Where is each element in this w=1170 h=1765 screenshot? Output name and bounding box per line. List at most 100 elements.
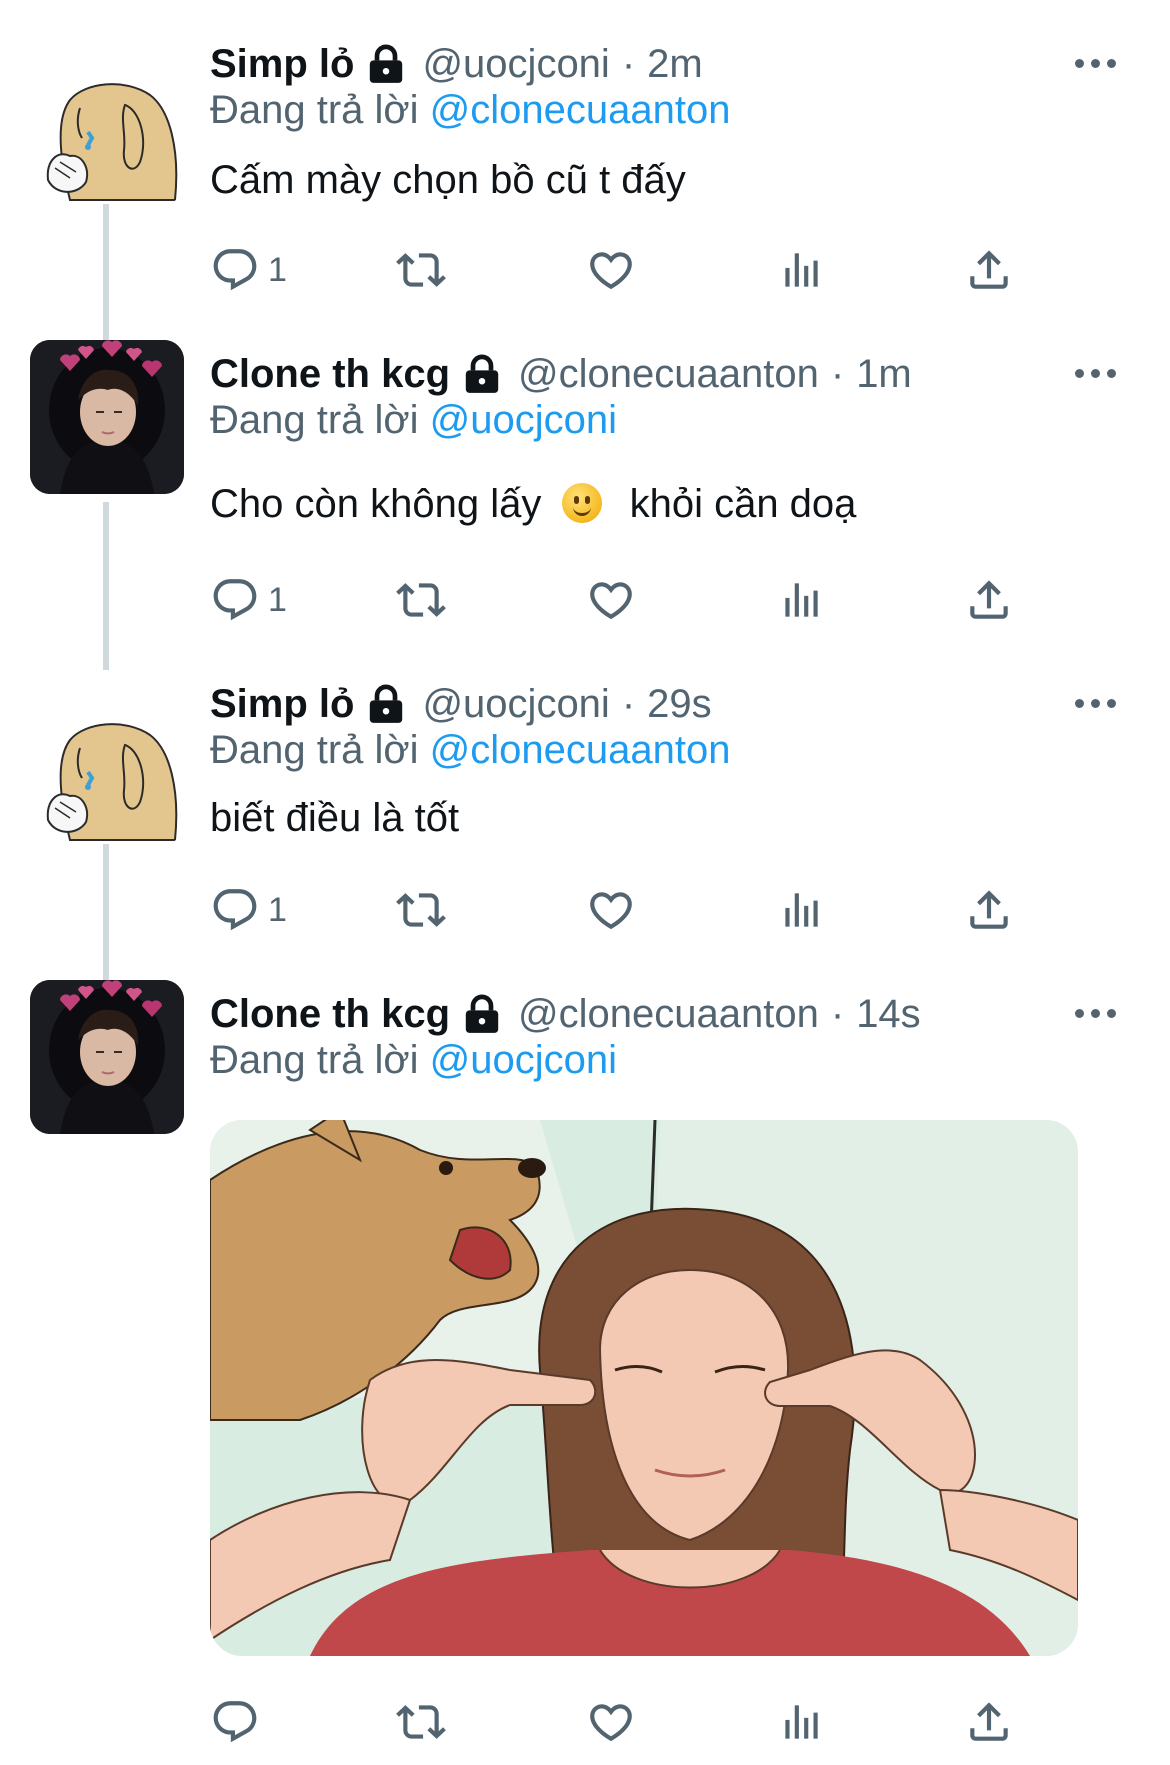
user-handle[interactable]: @uocjconi xyxy=(422,682,609,727)
replying-label: Đang trả lời xyxy=(210,88,419,132)
analytics-icon xyxy=(776,245,826,295)
share-button[interactable] xyxy=(964,242,1014,298)
tweet-header: Clone th kcg @clonecuaanton · 14s xyxy=(210,988,921,1040)
display-name[interactable]: Clone th kcg xyxy=(210,352,450,397)
user-handle[interactable]: @uocjconi xyxy=(422,42,609,87)
reply-button[interactable]: 1 xyxy=(210,572,287,628)
analytics-button[interactable] xyxy=(776,1694,826,1750)
display-name[interactable]: Clone th kcg xyxy=(210,992,450,1037)
tweet-media-image[interactable] xyxy=(210,1120,1078,1656)
analytics-button[interactable] xyxy=(776,882,826,938)
like-button[interactable] xyxy=(586,242,636,298)
tweet-text-part: khỏi cần doạ xyxy=(629,482,857,526)
like-icon xyxy=(586,575,636,625)
person-with-hearts-avatar-image xyxy=(30,980,184,1134)
separator: · xyxy=(830,991,845,1036)
share-button[interactable] xyxy=(964,1694,1014,1750)
thread-line xyxy=(103,192,109,340)
separator: · xyxy=(830,351,845,396)
lock-icon xyxy=(464,994,500,1034)
analytics-icon xyxy=(776,575,826,625)
reply-count: 1 xyxy=(268,890,287,929)
retweet-button[interactable] xyxy=(396,1694,446,1750)
replying-label: Đang trả lời xyxy=(210,728,419,772)
analytics-button[interactable] xyxy=(776,242,826,298)
crying-dog-avatar-image xyxy=(30,50,184,204)
retweet-icon xyxy=(396,245,446,295)
tweet-actions xyxy=(210,1694,1030,1750)
tweet-text-part: Cho còn không lấy xyxy=(210,482,542,526)
separator: · xyxy=(621,41,636,86)
timestamp[interactable]: 14s xyxy=(856,992,921,1037)
display-name[interactable]: Simp lỏ xyxy=(210,42,354,87)
replying-to: Đang trả lời @clonecuaanton xyxy=(210,728,731,773)
replying-label: Đang trả lời xyxy=(210,1038,419,1082)
tweet-text: Cho còn không lấy khỏi cần doạ xyxy=(210,482,856,527)
crying-dog-avatar-image xyxy=(30,690,184,844)
avatar[interactable] xyxy=(30,690,184,844)
reply-icon xyxy=(210,885,260,935)
more-icon[interactable] xyxy=(1075,366,1119,380)
user-handle[interactable]: @clonecuaanton xyxy=(518,352,819,397)
reply-icon xyxy=(210,1697,260,1747)
person-with-hearts-avatar-image xyxy=(30,340,184,494)
tweet-actions: 1 xyxy=(210,242,1030,298)
mention-link[interactable]: @uocjconi xyxy=(430,1038,617,1082)
analytics-icon xyxy=(776,1697,826,1747)
timestamp[interactable]: 2m xyxy=(647,42,703,87)
share-icon xyxy=(964,575,1014,625)
avatar[interactable] xyxy=(30,50,184,204)
reply-count: 1 xyxy=(268,250,287,289)
avatar[interactable] xyxy=(30,980,184,1134)
like-icon xyxy=(586,885,636,935)
barking-dog-woman-covering-ears-illustration xyxy=(210,1120,1078,1656)
tweet-text: biết điều là tốt xyxy=(210,796,460,840)
retweet-icon xyxy=(396,885,446,935)
separator: · xyxy=(621,681,636,726)
more-icon[interactable] xyxy=(1075,696,1119,710)
display-name[interactable]: Simp lỏ xyxy=(210,682,354,727)
tweet-actions: 1 xyxy=(210,882,1030,938)
more-icon[interactable] xyxy=(1075,56,1119,70)
like-icon xyxy=(586,245,636,295)
reply-button[interactable]: 1 xyxy=(210,882,287,938)
user-handle[interactable]: @clonecuaanton xyxy=(518,992,819,1037)
timestamp[interactable]: 1m xyxy=(856,352,912,397)
more-icon[interactable] xyxy=(1075,1006,1119,1020)
replying-to: Đang trả lời @clonecuaanton xyxy=(210,88,731,133)
tweet-header: Clone th kcg @clonecuaanton · 1m xyxy=(210,348,912,400)
tweet-header: Simp lỏ @uocjconi · 2m xyxy=(210,38,703,90)
share-button[interactable] xyxy=(964,882,1014,938)
mention-link[interactable]: @uocjconi xyxy=(430,398,617,442)
like-button[interactable] xyxy=(586,882,636,938)
slightly-smiling-face-icon xyxy=(562,483,603,523)
like-button[interactable] xyxy=(586,572,636,628)
retweet-icon xyxy=(396,1697,446,1747)
retweet-button[interactable] xyxy=(396,882,446,938)
share-icon xyxy=(964,885,1014,935)
reply-count: 1 xyxy=(268,580,287,619)
lock-icon xyxy=(368,44,404,84)
reply-button[interactable]: 1 xyxy=(210,242,287,298)
share-icon xyxy=(964,1697,1014,1747)
tweet-text: Cấm mày chọn bồ cũ t đấy xyxy=(210,158,686,202)
share-button[interactable] xyxy=(964,572,1014,628)
reply-button[interactable] xyxy=(210,1694,268,1750)
like-button[interactable] xyxy=(586,1694,636,1750)
timestamp[interactable]: 29s xyxy=(647,682,712,727)
retweet-button[interactable] xyxy=(396,242,446,298)
tweet-actions: 1 xyxy=(210,572,1030,628)
mention-link[interactable]: @clonecuaanton xyxy=(430,88,731,132)
avatar[interactable] xyxy=(30,340,184,494)
thread-line xyxy=(103,832,109,980)
lock-icon xyxy=(368,684,404,724)
reply-icon xyxy=(210,245,260,295)
like-icon xyxy=(586,1697,636,1747)
analytics-button[interactable] xyxy=(776,572,826,628)
share-icon xyxy=(964,245,1014,295)
retweet-icon xyxy=(396,575,446,625)
replying-to: Đang trả lời @uocjconi xyxy=(210,1038,617,1083)
analytics-icon xyxy=(776,885,826,935)
mention-link[interactable]: @clonecuaanton xyxy=(430,728,731,772)
retweet-button[interactable] xyxy=(396,572,446,628)
